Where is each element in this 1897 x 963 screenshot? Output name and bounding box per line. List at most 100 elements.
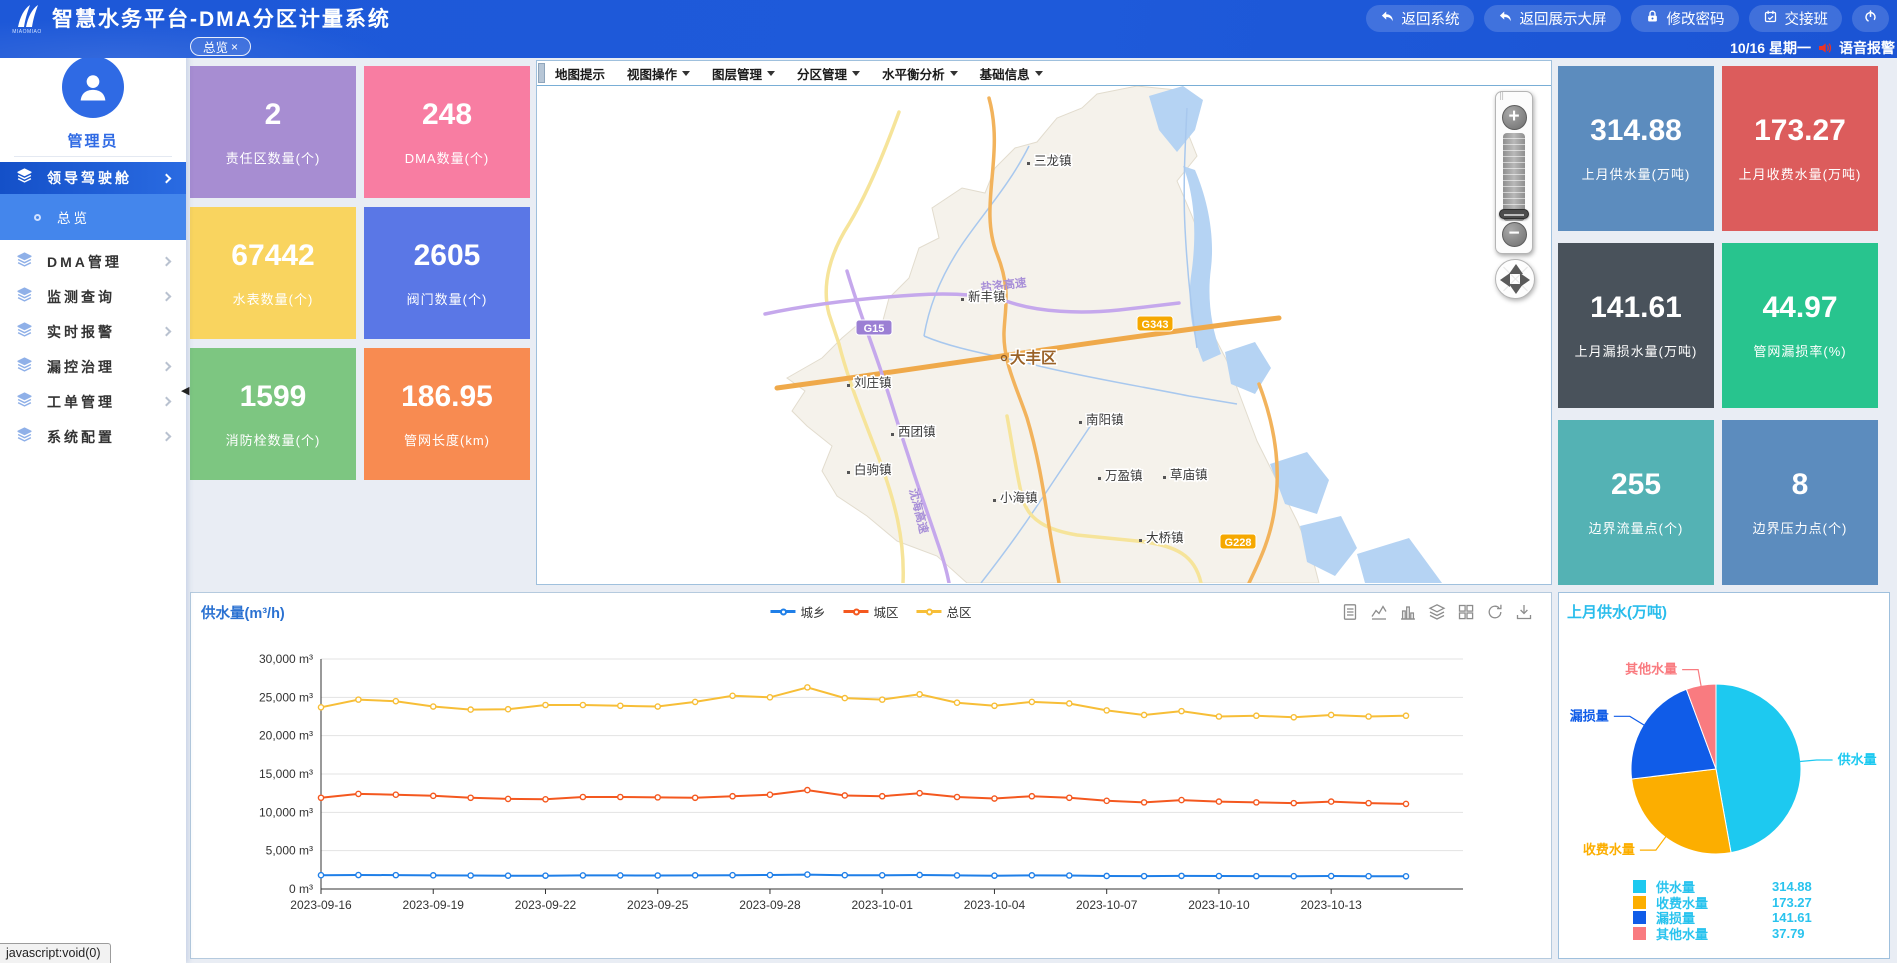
map-image: 盐洛高速沈海高速三龙镇新丰镇刘庄镇西团镇南阳镇白驹镇小海镇万盈镇草庙镇大桥镇大丰… <box>537 86 1551 583</box>
chevron-right-icon <box>162 173 172 183</box>
pie-legend-row-其他水量[interactable]: 其他水量37.79 <box>1633 926 1883 942</box>
map-zoom-control: ⣿ + − <box>1495 91 1533 299</box>
map-menu-6[interactable]: 基础信息 <box>980 64 1043 83</box>
logout-power-button[interactable] <box>1852 5 1889 32</box>
sidebar-item-6[interactable]: 系统配置 <box>0 419 186 454</box>
sidebar-collapse-icon[interactable]: ◀ <box>181 384 189 397</box>
town-label: 刘庄镇 <box>854 375 892 390</box>
town-dot <box>1139 539 1142 542</box>
svg-text:20,000 m³: 20,000 m³ <box>259 729 313 743</box>
map-menu-1[interactable]: 地图提示 <box>555 64 605 83</box>
sidebar-item-2[interactable]: 监测查询 <box>0 279 186 314</box>
sidebar-divider <box>14 156 172 157</box>
map-canvas[interactable]: 盐洛高速沈海高速三龙镇新丰镇刘庄镇西团镇南阳镇白驹镇小海镇万盈镇草庙镇大桥镇大丰… <box>537 86 1551 583</box>
stat-value: 186.95 <box>401 380 493 414</box>
stat-value: 2605 <box>414 239 481 273</box>
header-button-1[interactable]: 返回系统 <box>1366 5 1474 32</box>
caret-down-icon <box>950 71 958 76</box>
town-dot <box>1163 476 1166 479</box>
tab-overview-label: 总览 <box>203 37 228 56</box>
status-bar: javascript:void(0) <box>0 943 111 963</box>
legend-swatch <box>1633 927 1646 940</box>
person-icon <box>74 68 112 106</box>
stat-label: 上月漏损水量(万吨) <box>1575 341 1698 360</box>
zoom-slider-thumb[interactable] <box>1499 209 1529 219</box>
zoom-out-button[interactable]: − <box>1502 222 1527 247</box>
sidebar-item-active[interactable]: 领导驾驶舱 <box>0 162 186 194</box>
right-stat-card-6: 8边界压力点(个) <box>1722 420 1878 585</box>
town-label: 西团镇 <box>898 425 936 439</box>
sidebar-subitem-overview[interactable]: 总览 <box>0 194 186 240</box>
header-button-3[interactable]: 修改密码 <box>1631 5 1739 32</box>
pie-slice-收费水量 <box>1632 769 1731 854</box>
zoom-in-button[interactable]: + <box>1502 105 1527 130</box>
map-menu-2[interactable]: 视图操作 <box>627 64 690 83</box>
map-menu-5[interactable]: 水平衡分析 <box>882 64 958 83</box>
app-root: MIAOMIAO 智慧水务平台-DMA分区计量系统 返回系统返回展示大屏修改密码… <box>0 0 1897 963</box>
map-toolbar: 地图提示 视图操作 图层管理 分区管理 水平衡分析 基础信息 <box>537 61 1551 86</box>
pie-callout-供水量: 供水量 <box>1837 752 1877 767</box>
legend-swatch <box>1633 911 1646 924</box>
map-menu-4[interactable]: 分区管理 <box>797 64 860 83</box>
bullet-icon <box>34 214 41 221</box>
voice-alarm-label[interactable]: 语音报警 <box>1839 38 1895 58</box>
chevron-right-icon <box>162 432 172 442</box>
layers-icon <box>16 391 33 413</box>
series-城区 <box>321 790 1406 804</box>
stat-value: 1599 <box>240 380 307 414</box>
svg-text:2023-09-28: 2023-09-28 <box>739 898 801 912</box>
header-button-4[interactable]: 交接班 <box>1749 5 1843 32</box>
stat-value: 141.61 <box>1590 291 1682 325</box>
chevron-right-icon <box>162 397 172 407</box>
town-dot <box>847 384 850 387</box>
sidebar-item-3[interactable]: 实时报警 <box>0 314 186 349</box>
town-dot <box>961 298 964 301</box>
map-menu-3[interactable]: 图层管理 <box>712 64 775 83</box>
app-title: 智慧水务平台-DMA分区计量系统 <box>52 3 391 33</box>
stat-label: 消防栓数量(个) <box>226 430 321 449</box>
sidebar-item-5[interactable]: 工单管理 <box>0 384 186 419</box>
layers-icon <box>16 251 33 273</box>
pie-chart-panel: 上月供水(万吨) 供水量收费水量漏损量其他水量 供水量314.88收费水量173… <box>1558 592 1890 959</box>
map-pan-control[interactable] <box>1495 259 1535 299</box>
sidebar-menu-rest: DMA管理监测查询实时报警漏控治理工单管理系统配置 <box>0 244 186 454</box>
tab-close-icon[interactable]: × <box>231 40 238 54</box>
stat-value: 44.97 <box>1762 291 1837 325</box>
town-dot <box>1027 162 1030 165</box>
svg-text:30,000 m³: 30,000 m³ <box>259 652 313 666</box>
sidebar-item-1[interactable]: DMA管理 <box>0 244 186 279</box>
series-城乡 <box>321 875 1406 877</box>
road-badge-label: G15 <box>864 323 885 335</box>
pie-slice-供水量 <box>1716 684 1801 853</box>
town-label: 白驹镇 <box>854 462 892 477</box>
left-stat-card-6: 186.95管网长度(km) <box>364 348 530 480</box>
layers-icon <box>16 426 33 448</box>
left-stat-card-1: 2责任区数量(个) <box>190 66 356 198</box>
svg-text:25,000 m³: 25,000 m³ <box>259 690 313 704</box>
pie-legend: 供水量314.88收费水量173.27漏损量141.61其他水量37.79 <box>1633 879 1883 941</box>
svg-text:10,000 m³: 10,000 m³ <box>259 805 313 819</box>
sidebar: 管理员 领导驾驶舱总览DMA管理监测查询实时报警漏控治理工单管理系统配置 <box>0 42 186 963</box>
zoom-grip-icon[interactable]: ⣿ <box>1496 94 1532 104</box>
back-arrow-icon <box>1380 9 1395 28</box>
legend-swatch <box>1633 896 1646 909</box>
sidebar-item-4[interactable]: 漏控治理 <box>0 349 186 384</box>
calendar-icon <box>1763 9 1778 28</box>
stat-value: 8 <box>1792 468 1809 502</box>
town-label: 新丰镇 <box>968 289 1006 304</box>
user-name: 管理员 <box>0 130 186 151</box>
road-badge-label: G343 <box>1142 319 1169 331</box>
header-actions: 返回系统返回展示大屏修改密码交接班 <box>1366 5 1897 32</box>
town-label: 万盈镇 <box>1105 469 1143 483</box>
pan-left-icon[interactable] <box>1500 273 1510 287</box>
date-label: 10/16 星期一 <box>1730 38 1811 58</box>
pie-callout-收费水量: 收费水量 <box>1583 842 1635 857</box>
caret-down-icon <box>682 71 690 76</box>
zoom-slider[interactable] <box>1503 133 1525 221</box>
header-button-2[interactable]: 返回展示大屏 <box>1484 5 1621 32</box>
town-label: 大桥镇 <box>1146 531 1184 545</box>
tab-overview[interactable]: 总览 × <box>190 37 251 56</box>
stat-label: 上月供水量(万吨) <box>1582 164 1691 183</box>
road-badge-label: G228 <box>1225 537 1252 549</box>
pan-right-icon[interactable] <box>1520 273 1530 287</box>
